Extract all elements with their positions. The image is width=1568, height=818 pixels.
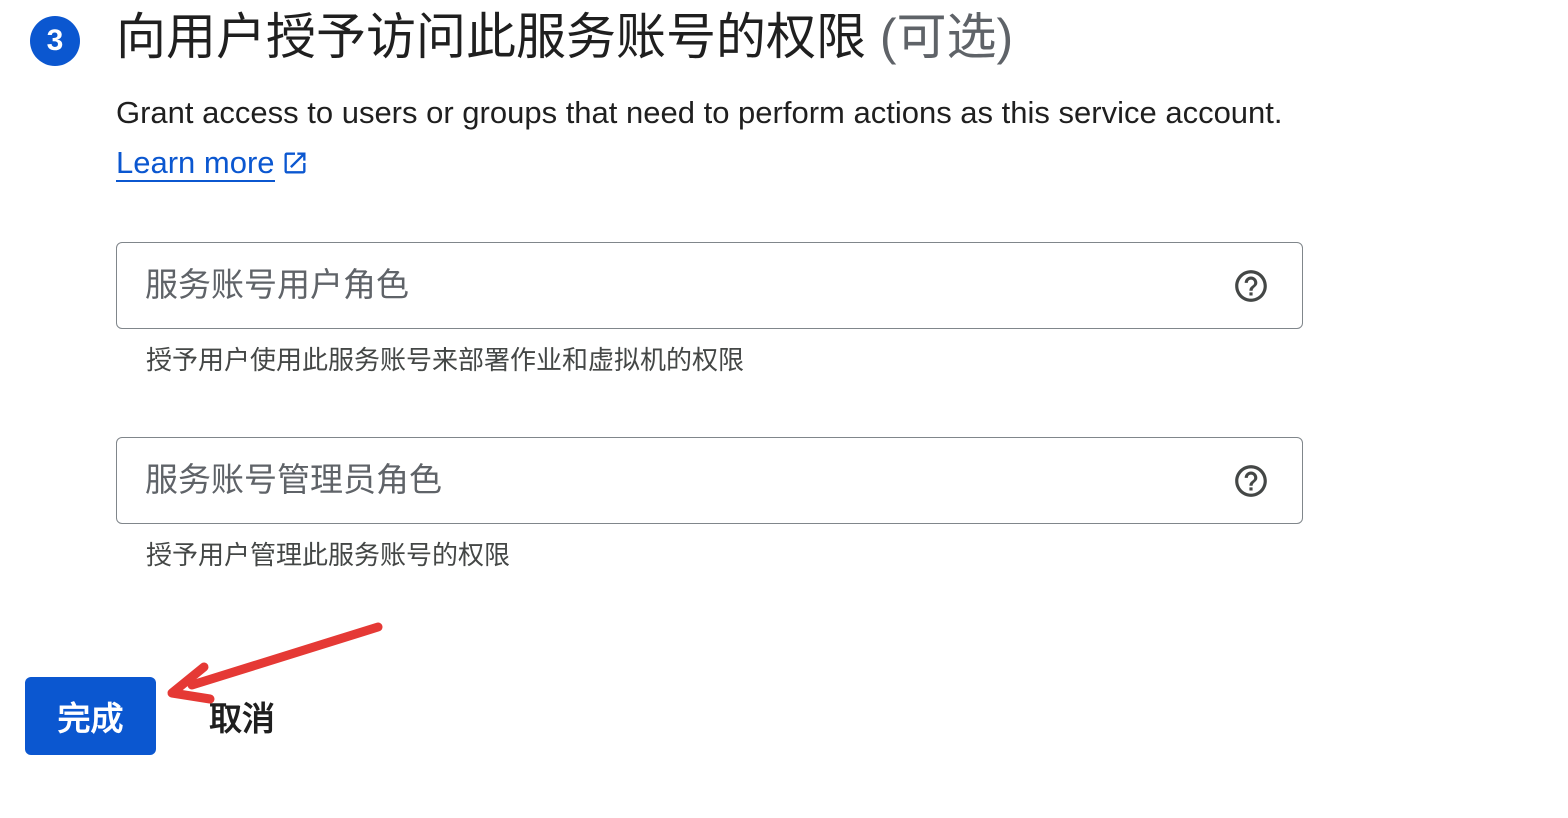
learn-more-link[interactable]: Learn more [116,145,275,182]
user-role-hint: 授予用户使用此服务账号来部署作业和虚拟机的权限 [146,345,745,375]
grant-access-step: 3 向用户授予访问此服务账号的权限 (可选) Grant access to u… [0,0,1568,818]
service-account-user-role-field[interactable] [116,242,1303,329]
description-text: Grant access to users or groups that nee… [116,95,1283,130]
help-circle-icon[interactable] [1232,462,1270,500]
step-number: 3 [46,24,64,57]
admin-role-hint: 授予用户管理此服务账号的权限 [146,540,511,570]
step-title-text: 向用户授予访问此服务账号的权限 [116,9,866,65]
step-description: Grant access to users or groups that nee… [116,88,1316,192]
open-in-new-icon [281,142,309,192]
step-title: 向用户授予访问此服务账号的权限 (可选) [116,2,1013,72]
help-circle-icon[interactable] [1232,267,1270,305]
optional-label: (可选) [879,9,1014,65]
service-account-user-role-input[interactable] [145,243,1205,327]
service-account-admin-role-input[interactable] [145,438,1205,522]
cancel-button[interactable]: 取消 [190,677,294,755]
step-number-badge: 3 [30,16,80,66]
service-account-admin-role-field[interactable] [116,437,1303,524]
learn-more-label: Learn more [116,145,275,180]
done-button[interactable]: 完成 [25,677,156,755]
